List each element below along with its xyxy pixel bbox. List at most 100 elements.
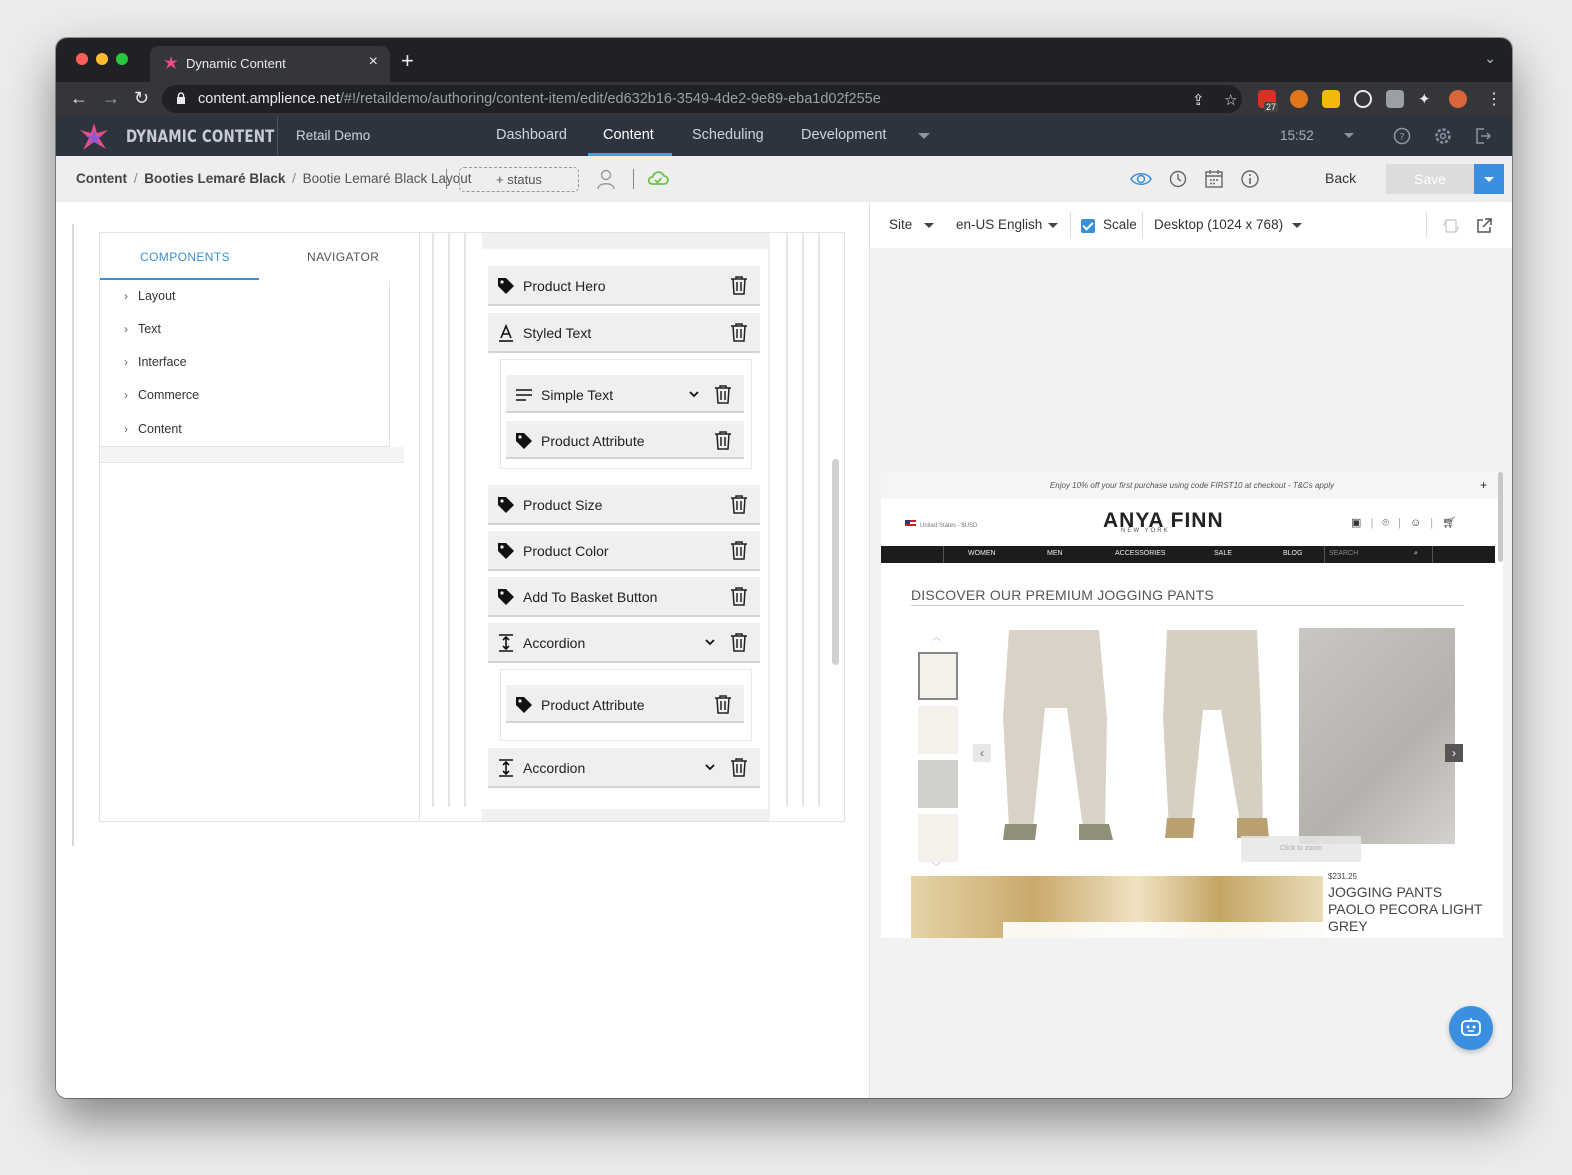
expand-plus-icon[interactable]: +: [1480, 478, 1487, 492]
site-search-icon[interactable]: ⌕: [1414, 550, 1418, 558]
layout-card[interactable]: Product Attribute: [506, 685, 744, 723]
layout-card[interactable]: Product Color: [488, 531, 760, 571]
site-search-input[interactable]: SEARCH: [1329, 550, 1358, 557]
product-thumbnail[interactable]: [918, 706, 958, 754]
maximize-window-button[interactable]: [116, 53, 128, 65]
chrome-menu-icon[interactable]: ⋮: [1486, 89, 1502, 109]
calendar-icon[interactable]: [1203, 168, 1225, 190]
nav-dashboard[interactable]: Dashboard: [496, 127, 567, 143]
scale-checkbox[interactable]: [1081, 219, 1095, 233]
locale-selector[interactable]: en-US English: [956, 217, 1042, 232]
logout-icon[interactable]: [1474, 127, 1492, 145]
reload-icon[interactable]: ↻: [134, 88, 149, 109]
gallery-next-arrow[interactable]: ›: [1445, 744, 1463, 762]
tab-navigator[interactable]: NAVIGATOR: [307, 250, 379, 264]
tree-item-layout[interactable]: › Layout: [124, 289, 176, 303]
trash-icon[interactable]: [730, 494, 748, 514]
site-nav-men[interactable]: MEN: [1047, 550, 1063, 557]
gallery-prev-arrow[interactable]: ‹: [973, 744, 991, 762]
trash-icon[interactable]: [730, 275, 748, 295]
tree-item-interface[interactable]: › Interface: [124, 355, 187, 369]
back-arrow-icon[interactable]: ←: [70, 88, 88, 109]
product-thumbnail[interactable]: [918, 814, 958, 862]
locale-caret-icon[interactable]: [1048, 223, 1058, 228]
cart-icon[interactable]: 🛒︎: [1442, 517, 1456, 529]
bookmark-star-icon[interactable]: ☆: [1224, 91, 1237, 109]
minimize-window-button[interactable]: [96, 53, 108, 65]
layout-card[interactable]: Product Size: [488, 485, 760, 525]
breadcrumb-root[interactable]: Content: [76, 171, 127, 186]
chevron-down-icon[interactable]: [704, 636, 716, 648]
assistant-bot-button[interactable]: [1449, 1006, 1493, 1050]
trash-icon[interactable]: [714, 694, 732, 714]
nav-more-caret-icon[interactable]: [918, 133, 930, 139]
nav-content[interactable]: Content: [603, 127, 654, 143]
assign-user-icon[interactable]: [595, 168, 617, 190]
close-tab-icon[interactable]: ×: [369, 53, 378, 71]
nav-scheduling[interactable]: Scheduling: [692, 127, 764, 143]
tab-components[interactable]: COMPONENTS: [140, 250, 230, 264]
tree-item-commerce[interactable]: › Commerce: [124, 388, 199, 402]
atom-extension-icon[interactable]: [1354, 90, 1372, 108]
product-image-side[interactable]: [1151, 628, 1281, 844]
layout-card[interactable]: Accordion: [488, 623, 760, 663]
tree-item-text[interactable]: › Text: [124, 322, 161, 336]
site-selector[interactable]: Site: [889, 217, 912, 232]
chevron-down-icon[interactable]: [688, 388, 700, 400]
history-icon[interactable]: [1167, 168, 1189, 190]
rotate-device-icon[interactable]: [1442, 217, 1460, 235]
device-selector[interactable]: Desktop (1024 x 768): [1154, 217, 1283, 232]
trash-icon[interactable]: [730, 540, 748, 560]
trash-icon[interactable]: [730, 322, 748, 342]
region-selector[interactable]: United States - $USD: [905, 520, 977, 529]
save-options-dropdown[interactable]: [1474, 164, 1504, 194]
site-nav-accessories[interactable]: ACCESSORIES: [1115, 550, 1166, 557]
preview-scrollbar[interactable]: [1498, 472, 1503, 562]
account-icon[interactable]: ☺: [1410, 517, 1421, 529]
product-image-detail[interactable]: [1299, 628, 1455, 844]
puzzle-extensions-icon[interactable]: ✦: [1418, 90, 1431, 108]
fox-extension-icon[interactable]: [1290, 90, 1308, 108]
site-preview-frame[interactable]: Enjoy 10% off your first purchase using …: [881, 472, 1503, 938]
camera-extension-icon[interactable]: [1386, 90, 1404, 108]
site-caret-icon[interactable]: [924, 223, 934, 228]
settings-gear-icon[interactable]: [1434, 127, 1452, 145]
thumb-down-chevron-icon[interactable]: ﹀: [932, 860, 941, 873]
layout-card[interactable]: Add To Basket Button: [488, 577, 760, 617]
trash-icon[interactable]: [714, 384, 732, 404]
trash-icon[interactable]: [714, 430, 732, 450]
new-tab-icon[interactable]: +: [401, 48, 414, 74]
cloud-sync-icon[interactable]: [647, 168, 669, 190]
nav-development[interactable]: Development: [801, 127, 886, 143]
address-bar[interactable]: content.amplience.net/#!/retaildemo/auth…: [162, 85, 1242, 113]
product-name[interactable]: JOGGING PANTS PAOLO PECORA LIGHT GREY: [1328, 884, 1488, 935]
save-button[interactable]: Save: [1386, 164, 1474, 194]
tree-item-content[interactable]: › Content: [124, 422, 182, 436]
close-window-button[interactable]: [76, 53, 88, 65]
trash-icon[interactable]: [730, 586, 748, 606]
open-external-icon[interactable]: [1475, 217, 1493, 235]
back-button[interactable]: Back: [1325, 170, 1356, 186]
product-thumbnail[interactable]: [918, 652, 958, 700]
help-icon[interactable]: ?: [1393, 127, 1411, 145]
store-icon[interactable]: ▣: [1351, 517, 1361, 529]
preview-eye-icon[interactable]: [1130, 168, 1152, 190]
site-nav-blog[interactable]: BLOG: [1283, 550, 1302, 557]
time-caret-icon[interactable]: [1344, 133, 1354, 138]
site-nav-sale[interactable]: SALE: [1214, 550, 1232, 557]
cube-extension-icon[interactable]: [1322, 90, 1340, 108]
hub-selector[interactable]: Retail Demo: [296, 128, 370, 143]
product-thumbnail[interactable]: [918, 760, 958, 808]
browser-tab[interactable]: Dynamic Content ×: [150, 46, 390, 82]
canvas-scrollbar[interactable]: [832, 459, 839, 665]
product-image-front[interactable]: [981, 628, 1131, 844]
layout-card[interactable]: Product Hero: [488, 266, 760, 306]
layout-card[interactable]: Styled Text: [488, 313, 760, 353]
thumb-up-chevron-icon[interactable]: ︿: [932, 630, 941, 643]
zoom-overlay[interactable]: Click to zoom: [1241, 836, 1361, 862]
tab-search-chevron-icon[interactable]: ⌄: [1484, 50, 1496, 67]
layout-card[interactable]: Simple Text: [506, 375, 744, 413]
trash-icon[interactable]: [730, 632, 748, 652]
breadcrumb-parent[interactable]: Booties Lemaré Black: [144, 171, 285, 186]
profile-avatar[interactable]: [1449, 90, 1467, 108]
